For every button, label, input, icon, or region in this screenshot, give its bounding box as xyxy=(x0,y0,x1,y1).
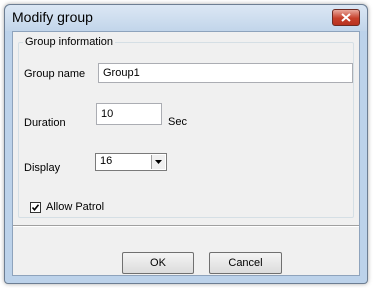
close-icon xyxy=(341,13,351,22)
chevron-down-icon xyxy=(155,160,162,164)
duration-unit-label: Sec xyxy=(168,116,187,128)
display-select[interactable]: 16 xyxy=(95,153,167,171)
window-title: Modify group xyxy=(12,9,93,25)
group-name-input[interactable] xyxy=(98,63,353,83)
display-label: Display xyxy=(24,162,61,174)
display-select-arrow[interactable] xyxy=(151,155,165,169)
modify-group-dialog: Modify group Group information Group nam… xyxy=(4,4,368,284)
duration-label: Duration xyxy=(24,117,66,129)
duration-input[interactable] xyxy=(96,103,162,125)
group-name-label: Group name xyxy=(24,68,86,80)
checkmark-icon xyxy=(31,204,40,212)
dialog-body: Group information Group name Duration Se… xyxy=(12,31,360,276)
cancel-button[interactable]: Cancel xyxy=(209,252,282,274)
group-information-legend: Group information xyxy=(23,36,116,48)
title-bar[interactable]: Modify group xyxy=(5,5,367,31)
ok-button[interactable]: OK xyxy=(122,252,194,274)
close-button[interactable] xyxy=(332,9,360,26)
display-select-value: 16 xyxy=(100,155,113,167)
group-information-box: Group information Group name Duration Se… xyxy=(18,36,354,218)
allow-patrol-label: Allow Patrol xyxy=(46,201,105,213)
divider xyxy=(13,225,359,227)
allow-patrol-checkbox[interactable] xyxy=(30,202,41,213)
